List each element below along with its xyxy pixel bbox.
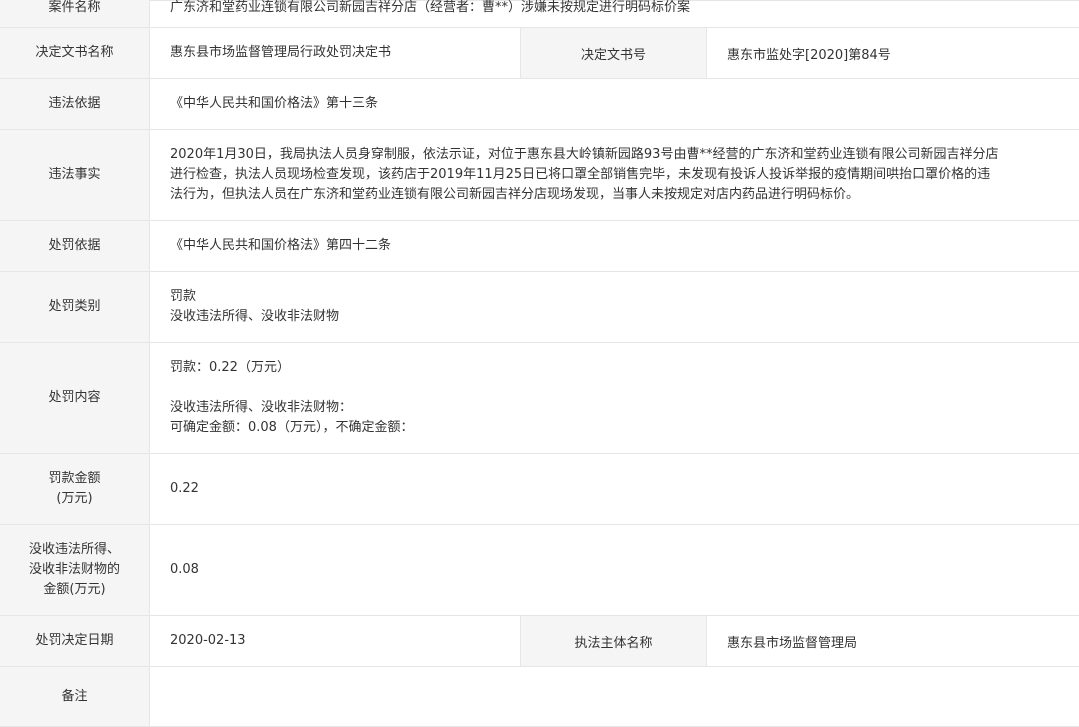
penalty-basis-value: 《中华人民共和国价格法》第四十二条 — [170, 238, 392, 253]
violation-facts-line: 2020年1月30日，我局执法人员身穿制服，依法示证，对位于惠东县大岭镇新园路9… — [170, 147, 999, 162]
penalty-info-table: 案件名称 广东济和堂药业连锁有限公司新园吉祥分店（经营者：曹**）涉嫌未按规定进… — [0, 0, 1079, 727]
violation-basis-value: 《中华人民共和国价格法》第十三条 — [170, 96, 379, 111]
violation-facts-label: 违法事实 — [0, 130, 150, 220]
authority-value: 惠东县市场监督管理局 — [727, 635, 858, 651]
decision-doc-value: 惠东县市场监督管理局行政处罚决定书 — [150, 28, 521, 78]
row-penalty-content: 处罚内容 罚款：0.22（万元） 没收违法所得、没收非法财物： 可确定金额：0.… — [0, 343, 1079, 454]
fine-amount-label: 罚款金额 (万元) — [0, 454, 150, 524]
decision-no-label: 决定文书号 — [521, 28, 707, 78]
row-fine-amount: 罚款金额 (万元) 0.22 — [0, 454, 1079, 525]
row-case-name: 案件名称 广东济和堂药业连锁有限公司新园吉祥分店（经营者：曹**）涉嫌未按规定进… — [0, 0, 1079, 28]
violation-facts-value: 2020年1月30日，我局执法人员身穿制服，依法示证，对位于惠东县大岭镇新园路9… — [150, 130, 1079, 220]
confiscation-label-line: 没收违法所得、 — [28, 542, 120, 557]
case-name-value: 广东济和堂药业连锁有限公司新园吉祥分店（经营者：曹**）涉嫌未按规定进行明码标价… — [170, 0, 691, 15]
row-penalty-type: 处罚类别 罚款 没收违法所得、没收非法财物 — [0, 272, 1079, 343]
penalty-type-line: 没收违法所得、没收非法财物 — [170, 309, 340, 324]
authority-label: 执法主体名称 — [521, 616, 707, 666]
row-violation-basis: 违法依据 《中华人民共和国价格法》第十三条 — [0, 79, 1079, 130]
violation-basis-label: 违法依据 — [0, 79, 150, 129]
row-violation-facts: 违法事实 2020年1月30日，我局执法人员身穿制服，依法示证，对位于惠东县大岭… — [0, 130, 1079, 221]
penalty-content-value: 罚款：0.22（万元） 没收违法所得、没收非法财物： 可确定金额：0.08（万元… — [150, 343, 1079, 453]
confiscation-amount-label: 没收违法所得、 没收非法财物的 金额(万元) — [0, 525, 150, 615]
fine-amount-label-unit: (万元) — [56, 491, 93, 506]
violation-facts-line: 法行为，但执法人员在广东济和堂药业连锁有限公司新园吉祥分店现场发现，当事人未按规… — [170, 187, 860, 202]
penalty-content-confiscation: 没收违法所得、没收非法财物： — [170, 400, 353, 415]
remarks-value — [150, 667, 1079, 726]
decision-date-label: 处罚决定日期 — [0, 616, 150, 666]
fine-amount-label-line: 罚款金额 — [48, 471, 101, 486]
decision-date-value: 2020-02-13 — [150, 616, 521, 666]
row-remarks: 备注 — [0, 667, 1079, 727]
fine-amount-value: 0.22 — [170, 481, 199, 496]
case-name-label: 案件名称 — [0, 0, 150, 27]
confiscation-label-line: 没收非法财物的 — [28, 562, 120, 577]
decision-doc-label: 决定文书名称 — [0, 28, 150, 78]
penalty-content-label: 处罚内容 — [0, 343, 150, 453]
penalty-type-label: 处罚类别 — [0, 272, 150, 342]
row-decision-doc: 决定文书名称 惠东县市场监督管理局行政处罚决定书 决定文书号 惠东市监处字[20… — [0, 28, 1079, 79]
remarks-label: 备注 — [0, 667, 150, 726]
row-confiscation-amount: 没收违法所得、 没收非法财物的 金额(万元) 0.08 — [0, 525, 1079, 616]
penalty-basis-label: 处罚依据 — [0, 221, 150, 271]
violation-facts-line: 进行检查，执法人员现场检查发现，该药店于2019年11月25日已将口罩全部销售完… — [170, 167, 991, 182]
decision-no-value: 惠东市监处字[2020]第84号 — [727, 47, 891, 63]
penalty-content-fine: 罚款：0.22（万元） — [170, 360, 290, 375]
confiscation-amount-value: 0.08 — [170, 562, 199, 577]
penalty-type-value: 罚款 没收违法所得、没收非法财物 — [150, 272, 1079, 342]
confiscation-label-line: 金额(万元) — [43, 582, 106, 597]
penalty-type-line: 罚款 — [170, 289, 197, 304]
row-penalty-basis: 处罚依据 《中华人民共和国价格法》第四十二条 — [0, 221, 1079, 272]
row-decision-date: 处罚决定日期 2020-02-13 执法主体名称 惠东县市场监督管理局 — [0, 616, 1079, 667]
penalty-content-amount: 可确定金额：0.08（万元），不确定金额： — [170, 420, 414, 435]
